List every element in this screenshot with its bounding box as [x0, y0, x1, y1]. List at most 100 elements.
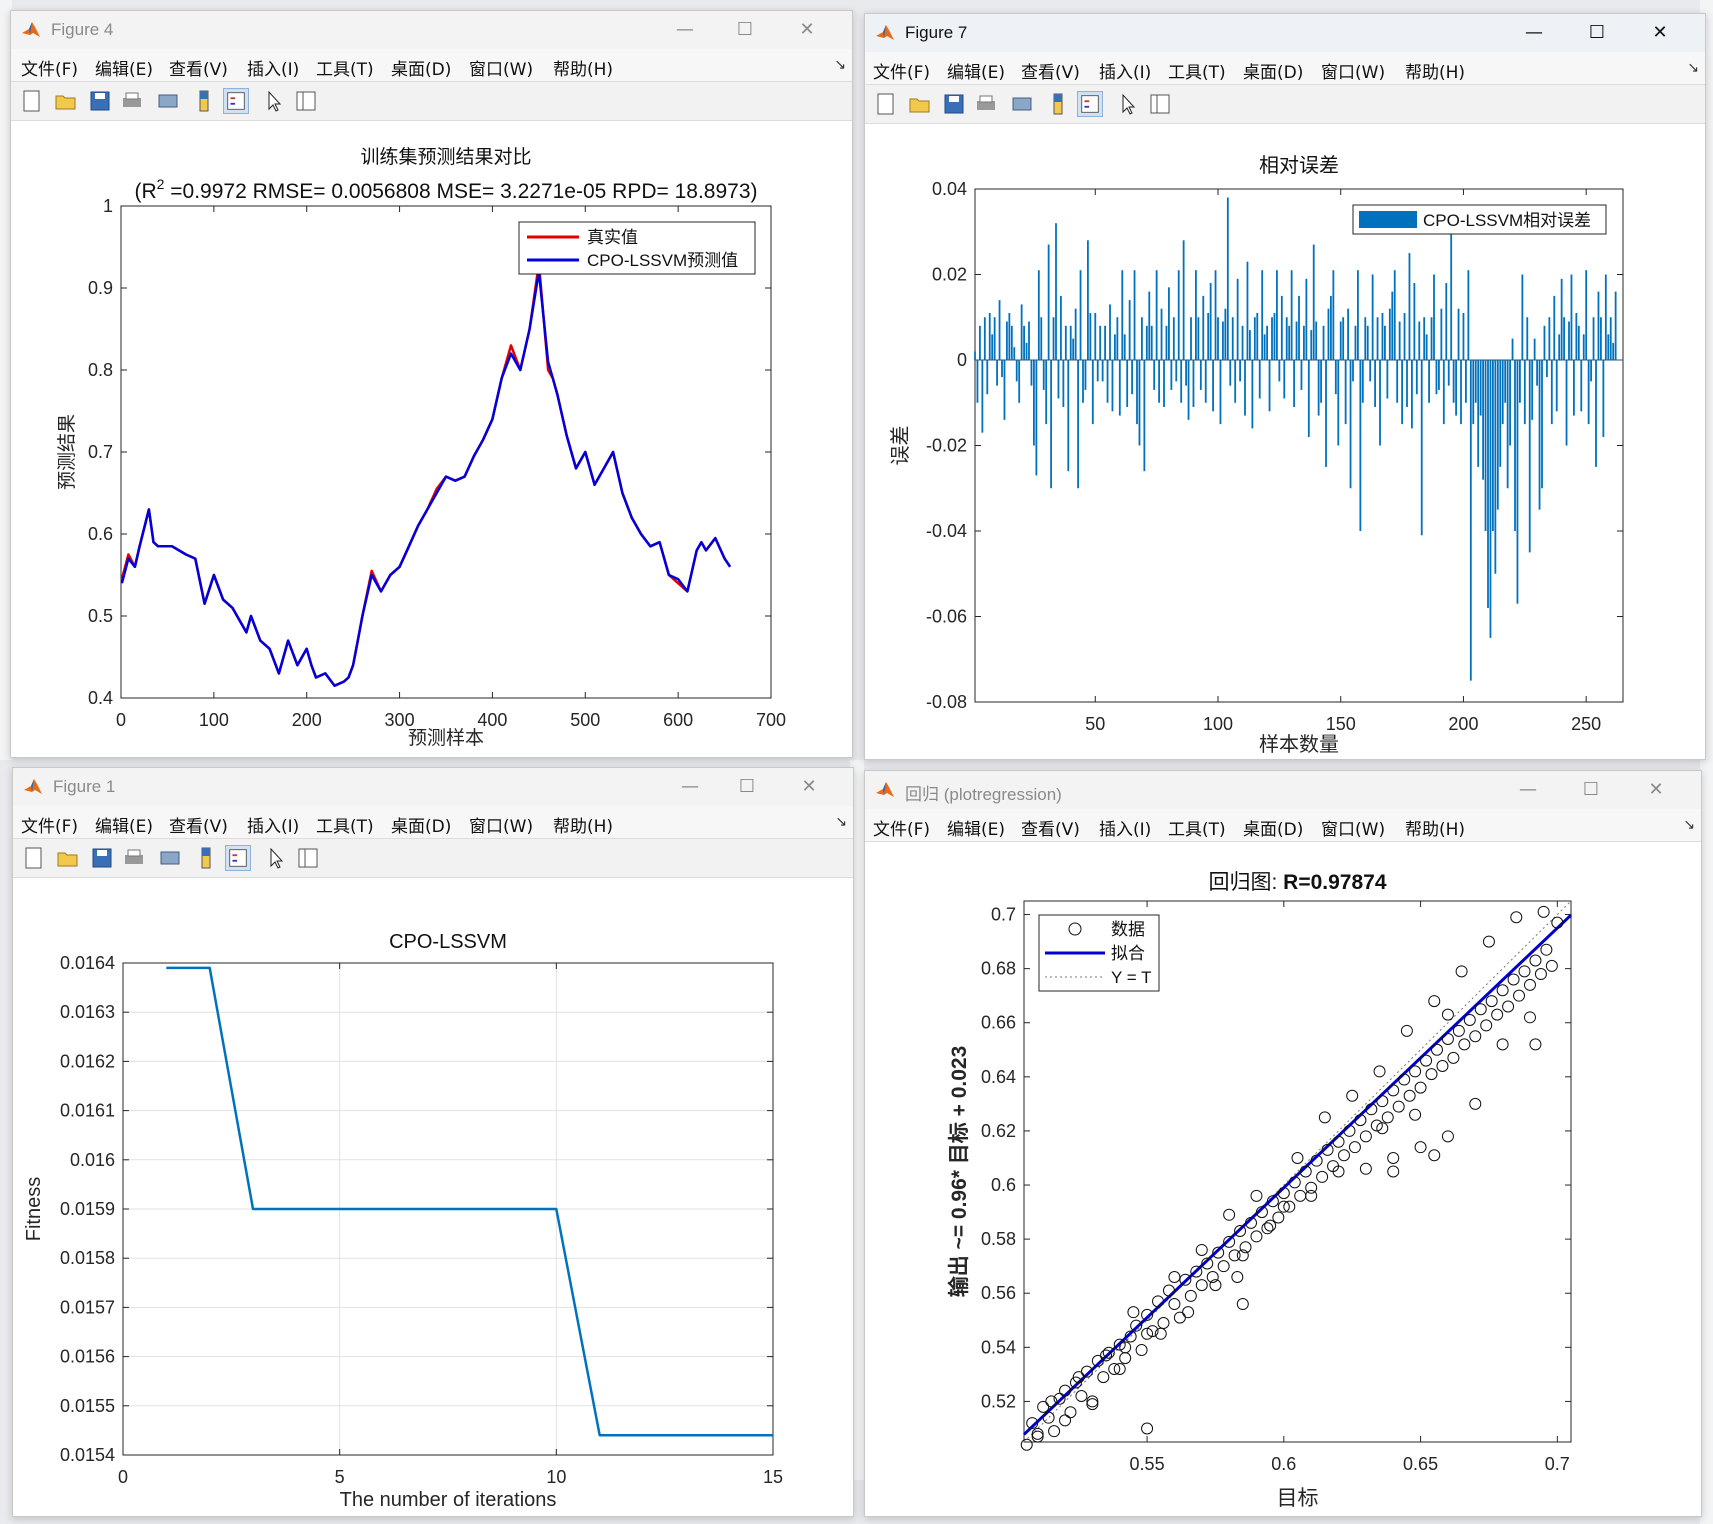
maximize-button[interactable]: ☐ [718, 772, 776, 802]
maximize-button[interactable]: ☐ [1562, 775, 1620, 805]
menu-tools[interactable]: 工具(T) [316, 812, 374, 837]
property-inspector-icon[interactable] [1147, 91, 1173, 117]
menu-file[interactable]: 文件(F) [21, 812, 78, 837]
title-bar[interactable]: Figure 1 — ☐ ✕ [13, 768, 853, 806]
menu-edit[interactable]: 编辑(E) [95, 812, 153, 837]
maximize-button[interactable]: ☐ [1568, 18, 1626, 48]
new-figure-icon[interactable] [21, 845, 47, 871]
minimize-button[interactable]: — [656, 15, 714, 45]
data-point [1086, 1398, 1099, 1411]
menu-insert[interactable]: 插入(I) [247, 55, 299, 80]
prediction-comparison-chart[interactable]: 0 100 200 300 400 500 600 700 0.4 0.5 0.6 0.7 0.8 0.9… [11, 121, 852, 757]
figure-1-window[interactable]: Figure 1 — ☐ ✕ 文件(F) 编辑(E) 查看(V) 插入(I) 工… [12, 767, 854, 1517]
menu-window[interactable]: 窗口(W) [469, 812, 533, 837]
menu-file[interactable]: 文件(F) [873, 815, 930, 840]
y-axis-label: 输出 ~= 0.96* 目标 + 0.023 [947, 1046, 971, 1298]
data-point [1496, 1038, 1509, 1051]
save-icon[interactable] [941, 91, 967, 117]
print-preview-icon[interactable] [157, 845, 183, 871]
menu-help[interactable]: 帮助(H) [1405, 815, 1465, 840]
error-bar [1251, 360, 1254, 429]
dock-arrow-icon[interactable]: ↘ [835, 814, 847, 830]
title-bar[interactable]: Figure 4 — ☐ ✕ [11, 11, 852, 49]
menu-file[interactable]: 文件(F) [873, 58, 930, 83]
menu-window[interactable]: 窗口(W) [469, 55, 533, 80]
colorbar-icon[interactable] [191, 88, 217, 114]
menu-edit[interactable]: 编辑(E) [95, 55, 153, 80]
minimize-button[interactable]: — [1505, 18, 1563, 48]
new-figure-icon[interactable] [873, 91, 899, 117]
menu-window[interactable]: 窗口(W) [1321, 815, 1385, 840]
minimize-button[interactable]: — [661, 772, 719, 802]
print-icon[interactable] [121, 845, 147, 871]
menu-desktop[interactable]: 桌面(D) [391, 812, 451, 837]
print-icon[interactable] [119, 88, 145, 114]
edit-plot-icon[interactable] [261, 88, 287, 114]
dock-arrow-icon[interactable]: ↘ [1687, 60, 1699, 76]
open-file-icon[interactable] [907, 91, 933, 117]
close-button[interactable]: ✕ [780, 772, 838, 802]
open-file-icon[interactable] [53, 88, 79, 114]
menu-edit[interactable]: 编辑(E) [947, 815, 1005, 840]
title-bar[interactable]: 回归 (plotregression) — ☐ ✕ [865, 771, 1701, 809]
data-point [1195, 1279, 1208, 1292]
menu-tools[interactable]: 工具(T) [316, 55, 374, 80]
new-figure-icon[interactable] [19, 88, 45, 114]
data-point [1042, 1411, 1055, 1424]
save-icon[interactable] [87, 88, 113, 114]
error-bar [1398, 321, 1401, 360]
figure-7-window[interactable]: Figure 7 — ☐ ✕ 文件(F) 编辑(E) 查看(V) 插入(I) 工… [864, 13, 1706, 760]
legend-icon[interactable] [1077, 91, 1103, 117]
open-file-icon[interactable] [55, 845, 81, 871]
maximize-button[interactable]: ☐ [716, 15, 774, 45]
menu-desktop[interactable]: 桌面(D) [1243, 815, 1303, 840]
menu-edit[interactable]: 编辑(E) [947, 58, 1005, 83]
menu-view[interactable]: 查看(V) [169, 812, 228, 837]
menu-window[interactable]: 窗口(W) [1321, 58, 1385, 83]
fitness-curve-chart[interactable]: 0 5 10 15 0.0164 0.0163 0.0162 0.0161 0.016 0.015… [13, 878, 853, 1516]
menu-tools[interactable]: 工具(T) [1168, 815, 1226, 840]
menu-tools[interactable]: 工具(T) [1168, 58, 1226, 83]
colorbar-icon[interactable] [1045, 91, 1071, 117]
close-button[interactable]: ✕ [778, 15, 836, 45]
minimize-button[interactable]: — [1499, 775, 1557, 805]
menu-insert[interactable]: 插入(I) [247, 812, 299, 837]
relative-error-chart[interactable]: 50 100 150 200 250 0.04 0.02 0 -0.02 -0.04 -0.06 -0… [865, 124, 1705, 759]
close-button[interactable]: ✕ [1631, 18, 1689, 48]
error-bar [1310, 330, 1313, 360]
menu-help[interactable]: 帮助(H) [553, 812, 613, 837]
menu-view[interactable]: 查看(V) [1021, 815, 1080, 840]
menu-file[interactable]: 文件(F) [21, 55, 78, 80]
dock-arrow-icon[interactable]: ↘ [834, 57, 846, 73]
property-inspector-icon[interactable] [295, 845, 321, 871]
data-point [1168, 1298, 1181, 1311]
close-button[interactable]: ✕ [1627, 775, 1685, 805]
data-point [1529, 1038, 1542, 1051]
property-inspector-icon[interactable] [293, 88, 319, 114]
legend-icon[interactable] [225, 845, 251, 871]
save-icon[interactable] [89, 845, 115, 871]
regression-chart[interactable]: 0.55 0.6 0.65 0.7 0.7 0.68 0.66 0.64 0.62 0.6 0.58… [865, 842, 1701, 1516]
dock-arrow-icon[interactable]: ↘ [1683, 817, 1695, 833]
legend-icon[interactable] [223, 88, 249, 114]
title-bar[interactable]: Figure 7 — ☐ ✕ [865, 14, 1705, 52]
menu-insert[interactable]: 插入(I) [1099, 815, 1151, 840]
error-bar [1290, 270, 1293, 360]
menu-desktop[interactable]: 桌面(D) [391, 55, 451, 80]
colorbar-icon[interactable] [193, 845, 219, 871]
menu-desktop[interactable]: 桌面(D) [1243, 58, 1303, 83]
menu-help[interactable]: 帮助(H) [553, 55, 613, 80]
figure-4-window[interactable]: Figure 4 — ☐ ✕ 文件(F) 编辑(E) 查看(V) 插入(I) 工… [10, 10, 853, 758]
edit-plot-icon[interactable] [1115, 91, 1141, 117]
error-bar [1555, 360, 1558, 412]
menu-view[interactable]: 查看(V) [1021, 58, 1080, 83]
error-bar [1084, 360, 1087, 390]
print-preview-icon[interactable] [1009, 91, 1035, 117]
menu-help[interactable]: 帮助(H) [1405, 58, 1465, 83]
edit-plot-icon[interactable] [263, 845, 289, 871]
menu-insert[interactable]: 插入(I) [1099, 58, 1151, 83]
regression-window[interactable]: 回归 (plotregression) — ☐ ✕ 文件(F) 编辑(E) 查看… [864, 770, 1702, 1517]
menu-view[interactable]: 查看(V) [169, 55, 228, 80]
print-icon[interactable] [973, 91, 999, 117]
print-preview-icon[interactable] [155, 88, 181, 114]
